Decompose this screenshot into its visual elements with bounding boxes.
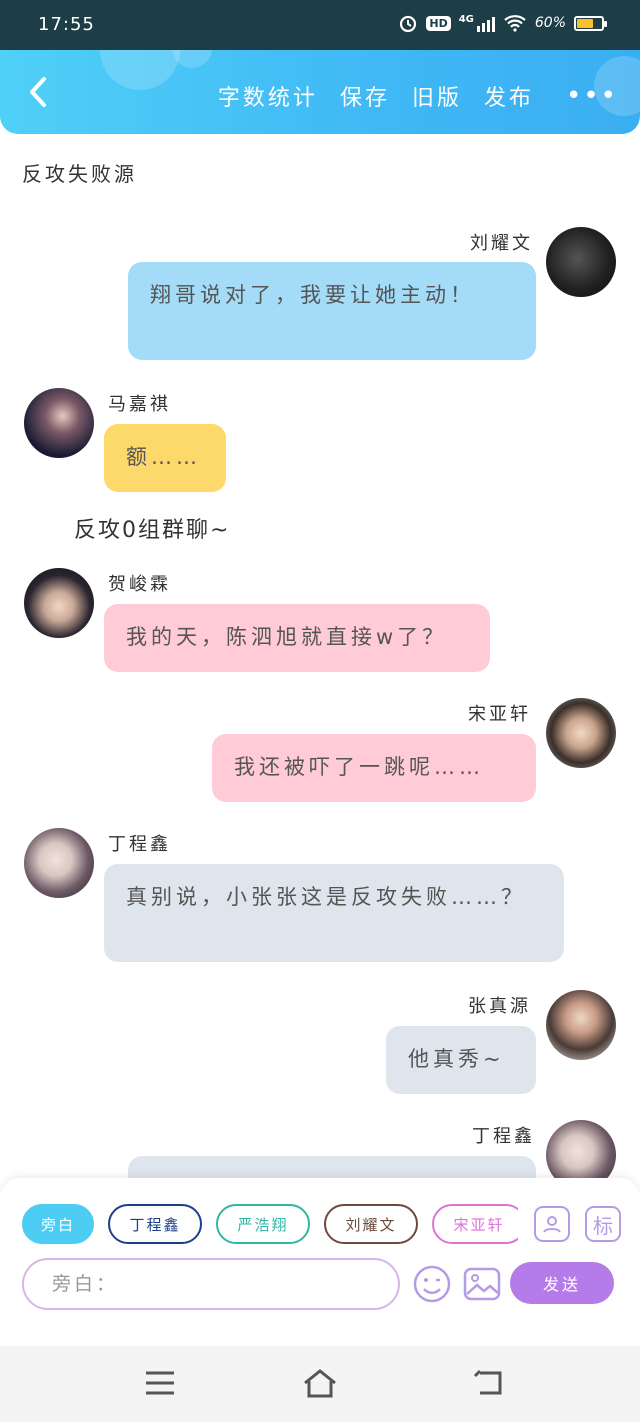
role-chip[interactable]: 刘耀文 xyxy=(324,1204,418,1244)
sender-name: 刘耀文 xyxy=(470,233,533,254)
role-chip[interactable]: 丁程鑫 xyxy=(108,1204,202,1244)
menu-icon[interactable] xyxy=(142,1368,178,1398)
label-icon[interactable]: 标 xyxy=(585,1206,621,1242)
word-count-button[interactable]: 字数统计 xyxy=(218,80,318,112)
image-icon[interactable] xyxy=(462,1264,502,1304)
avatar[interactable] xyxy=(24,828,94,898)
message-bubble[interactable]: 他真秀~ xyxy=(386,1026,536,1094)
sender-name: 马嘉祺 xyxy=(108,394,171,415)
sender-name: 丁程鑫 xyxy=(108,834,171,855)
narration-text[interactable]: 反攻0组群聊~ xyxy=(74,512,230,544)
back-nav-icon[interactable] xyxy=(472,1368,508,1398)
message-bubble[interactable]: 真别说，小张张这是反攻失败……？ xyxy=(104,864,564,962)
avatar[interactable] xyxy=(546,698,616,768)
sender-name: 张真源 xyxy=(468,996,531,1017)
publish-button[interactable]: 发布 xyxy=(484,80,534,112)
signal-icon: 4G xyxy=(459,14,495,32)
role-chip-narrator[interactable]: 旁白 xyxy=(22,1204,94,1244)
message-bubble[interactable]: 额…… xyxy=(104,424,226,492)
role-chip[interactable]: 宋亚轩 xyxy=(432,1204,518,1244)
role-selector: 旁白 丁程鑫 严浩翔 刘耀文 宋亚轩 xyxy=(22,1204,518,1246)
sender-name: 宋亚轩 xyxy=(468,704,531,725)
home-icon[interactable] xyxy=(302,1368,338,1398)
sender-name: 贺峻霖 xyxy=(108,574,171,595)
network-label: 4G xyxy=(458,14,474,25)
decor-bubble xyxy=(100,50,180,90)
emoji-icon[interactable] xyxy=(412,1264,452,1304)
message-bubble[interactable]: 我还被吓了一跳呢…… xyxy=(212,734,536,802)
chat-area[interactable]: 反攻失败源 刘耀文 翔哥说对了，我要让她主动！ 马嘉祺 额…… 反攻0组群聊~ … xyxy=(0,134,640,1180)
save-button[interactable]: 保存 xyxy=(340,80,390,112)
battery-percent: 60% xyxy=(534,15,566,31)
back-icon[interactable] xyxy=(20,72,60,112)
old-version-button[interactable]: 旧版 xyxy=(412,80,462,112)
more-icon[interactable]: ••• xyxy=(566,83,618,109)
input-panel: 旁白 丁程鑫 严浩翔 刘耀文 宋亚轩 标 发送 xyxy=(0,1178,640,1346)
battery-icon xyxy=(574,15,607,31)
character-card-icon[interactable] xyxy=(534,1206,570,1242)
avatar[interactable] xyxy=(546,1120,616,1180)
sender-name: 丁程鑫 xyxy=(472,1126,535,1147)
message-bubble[interactable]: 我的天，陈泗旭就直接w了？ xyxy=(104,604,490,672)
system-nav-bar xyxy=(0,1346,640,1422)
battery-fill xyxy=(577,18,593,28)
header: 字数统计 保存 旧版 发布 ••• xyxy=(0,50,640,134)
wifi-icon xyxy=(504,15,526,32)
status-icons: HD 4G 60% xyxy=(398,13,607,33)
role-chip[interactable]: 严浩翔 xyxy=(216,1204,310,1244)
header-actions: 字数统计 保存 旧版 发布 ••• xyxy=(218,80,618,112)
status-bar: 17:55 HD 4G 60% xyxy=(0,0,640,50)
send-button[interactable]: 发送 xyxy=(510,1262,614,1304)
hd-icon: HD xyxy=(426,15,451,31)
alarm-icon xyxy=(400,15,417,33)
message-bubble[interactable] xyxy=(128,1156,536,1180)
avatar[interactable] xyxy=(546,227,616,297)
message-input[interactable] xyxy=(22,1258,400,1310)
status-time: 17:55 xyxy=(38,14,95,35)
message-bubble[interactable]: 翔哥说对了，我要让她主动！ xyxy=(128,262,536,360)
avatar[interactable] xyxy=(546,990,616,1060)
decor-bubble xyxy=(172,50,212,68)
avatar[interactable] xyxy=(24,388,94,458)
avatar[interactable] xyxy=(24,568,94,638)
story-title: 反攻失败源 xyxy=(22,162,137,186)
